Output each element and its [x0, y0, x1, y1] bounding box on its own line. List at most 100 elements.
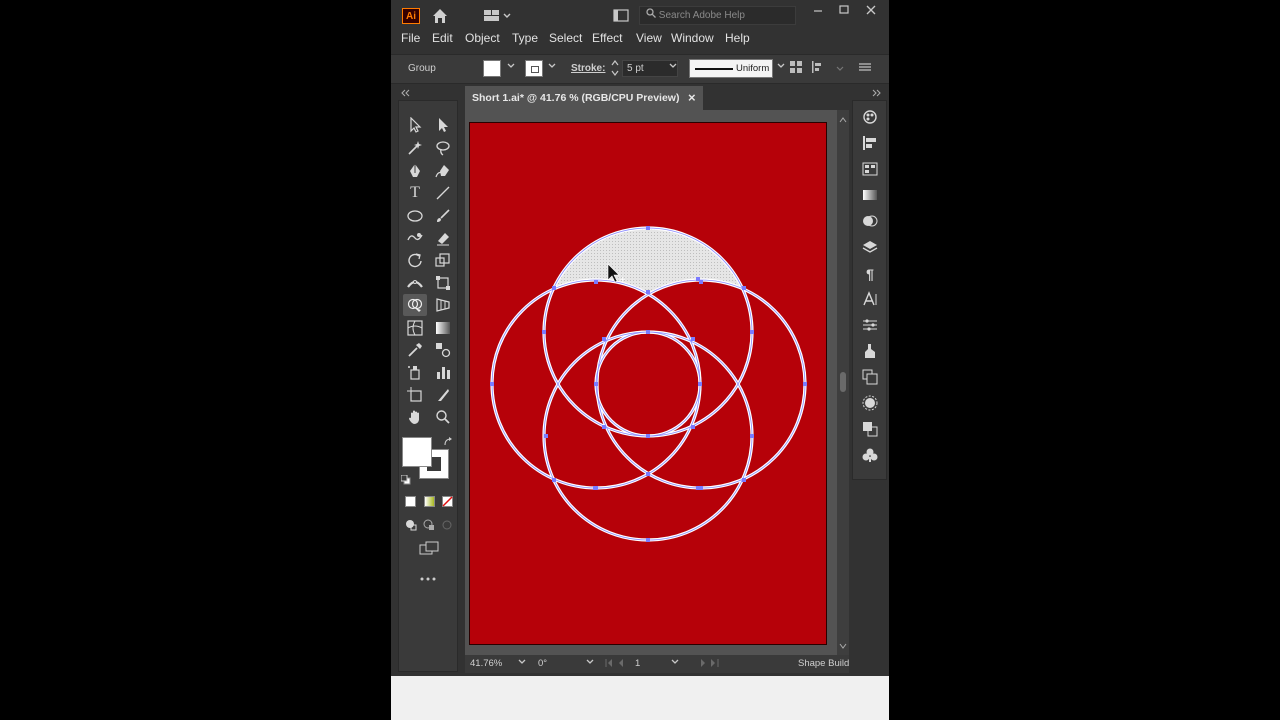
- artboard-number[interactable]: 1: [635, 658, 640, 669]
- artboards-panel-icon[interactable]: [861, 369, 879, 387]
- hand-tool-icon[interactable]: [405, 407, 425, 427]
- search-input[interactable]: Search Adobe Help: [639, 6, 796, 25]
- zoom-dropdown-icon[interactable]: [518, 658, 526, 669]
- ellipse-tool-icon[interactable]: [405, 206, 425, 226]
- color-mode-button[interactable]: [405, 496, 416, 507]
- curvature-tool-icon[interactable]: [433, 161, 453, 181]
- artboard[interactable]: +: [469, 122, 827, 645]
- arrange-documents-icon[interactable]: [613, 9, 629, 22]
- paragraph-panel-icon[interactable]: ¶: [861, 265, 879, 283]
- column-graph-tool-icon[interactable]: [433, 362, 453, 382]
- close-document-icon[interactable]: ×: [688, 86, 696, 110]
- direct-selection-tool-icon[interactable]: [433, 115, 453, 135]
- properties-panel-icon[interactable]: [861, 317, 879, 335]
- menu-effect[interactable]: Effect: [592, 31, 622, 45]
- collapse-tools-icon[interactable]: [400, 86, 410, 100]
- draw-inside-icon[interactable]: [441, 519, 453, 534]
- stroke-weight-dropdown-icon[interactable]: [669, 62, 677, 72]
- first-artboard-icon[interactable]: [605, 658, 633, 671]
- profile-dropdown-icon[interactable]: [777, 62, 785, 72]
- menu-object[interactable]: Object: [465, 31, 500, 45]
- pasteboard[interactable]: +: [465, 110, 837, 655]
- artwork[interactable]: +: [470, 123, 828, 646]
- collapse-panels-icon[interactable]: [872, 86, 882, 100]
- last-artboard-icon[interactable]: [691, 658, 719, 671]
- zoom-level[interactable]: 41.76%: [470, 658, 502, 669]
- minimize-button[interactable]: [809, 4, 827, 20]
- rotation-dropdown-icon[interactable]: [586, 658, 594, 669]
- none-mode-button[interactable]: [442, 496, 453, 507]
- align-more-icon[interactable]: [836, 62, 846, 76]
- color-panel-icon[interactable]: [861, 109, 879, 127]
- eraser-tool-icon[interactable]: [433, 228, 453, 248]
- artboard-tool-icon[interactable]: [405, 385, 425, 405]
- align-left-icon[interactable]: [812, 61, 826, 76]
- selection-tool-icon[interactable]: [405, 115, 425, 135]
- document-tab[interactable]: Short 1.ai* @ 41.76 % (RGB/CPU Preview) …: [465, 86, 703, 110]
- magic-wand-tool-icon[interactable]: [405, 138, 425, 158]
- home-icon[interactable]: [431, 7, 449, 25]
- stroke-stepper-icon[interactable]: [611, 59, 619, 80]
- libraries-panel-icon[interactable]: [861, 343, 879, 361]
- type-tool-icon[interactable]: T: [405, 183, 425, 203]
- illustrator-window: Ai Search Adobe Help File Edit Object Ty…: [391, 0, 889, 720]
- line-tool-icon[interactable]: [433, 183, 453, 203]
- shaper-tool-icon[interactable]: [405, 228, 425, 248]
- pathfinder-panel-icon[interactable]: [861, 421, 879, 439]
- paintbrush-tool-icon[interactable]: [433, 206, 453, 226]
- perspective-grid-tool-icon[interactable]: [433, 295, 453, 315]
- layers-panel-icon[interactable]: [861, 239, 879, 257]
- gradient-panel-icon[interactable]: [861, 187, 879, 205]
- menu-help[interactable]: Help: [725, 31, 750, 45]
- transparency-panel-icon[interactable]: [861, 213, 879, 231]
- menu-window[interactable]: Window: [671, 31, 714, 45]
- close-window-button[interactable]: [862, 4, 880, 20]
- symbol-sprayer-tool-icon[interactable]: [405, 362, 425, 382]
- mesh-tool-icon[interactable]: [405, 318, 425, 338]
- eyedropper-tool-icon[interactable]: [405, 340, 425, 360]
- draw-normal-icon[interactable]: [405, 519, 417, 534]
- swap-fill-stroke-icon[interactable]: [443, 436, 453, 450]
- rotation-value[interactable]: 0°: [538, 658, 547, 669]
- menu-type[interactable]: Type: [512, 31, 538, 45]
- menu-edit[interactable]: Edit: [432, 31, 453, 45]
- slice-tool-icon[interactable]: [433, 385, 453, 405]
- vertical-scrollbar[interactable]: [837, 110, 849, 655]
- blend-tool-icon[interactable]: [433, 340, 453, 360]
- symbols-panel-icon[interactable]: [861, 447, 879, 465]
- more-tools-icon[interactable]: [418, 571, 438, 585]
- character-panel-icon[interactable]: [861, 291, 879, 309]
- app-logo: Ai: [402, 8, 420, 24]
- artboard-dropdown-icon[interactable]: [671, 658, 679, 669]
- maximize-button[interactable]: [835, 4, 853, 20]
- align-panel-icon[interactable]: [861, 135, 879, 153]
- workspace-switcher-icon[interactable]: [484, 9, 512, 23]
- variable-width-profile[interactable]: Uniform: [689, 59, 773, 78]
- appearance-panel-icon[interactable]: [861, 395, 879, 413]
- free-transform-tool-icon[interactable]: [433, 273, 453, 293]
- menu-select[interactable]: Select: [549, 31, 582, 45]
- lasso-tool-icon[interactable]: [433, 138, 453, 158]
- screen-mode-icon[interactable]: [419, 541, 439, 558]
- fill-swatch[interactable]: [483, 60, 501, 77]
- menu-file[interactable]: File: [401, 31, 420, 45]
- panel-menu-icon[interactable]: [859, 61, 871, 76]
- stroke-swatch[interactable]: [525, 60, 543, 77]
- gradient-tool-icon[interactable]: [433, 318, 453, 338]
- swatches-panel-icon[interactable]: [861, 161, 879, 179]
- stroke-dropdown-icon[interactable]: [548, 62, 556, 72]
- draw-behind-icon[interactable]: [423, 519, 435, 534]
- width-tool-icon[interactable]: [405, 273, 425, 293]
- fill-dropdown-icon[interactable]: [507, 62, 515, 72]
- scale-tool-icon[interactable]: [433, 250, 453, 270]
- menu-view[interactable]: View: [636, 31, 662, 45]
- fill-color-indicator[interactable]: [402, 437, 432, 467]
- rotate-tool-icon[interactable]: [405, 250, 425, 270]
- align-grid-icon[interactable]: [790, 61, 802, 76]
- gradient-mode-button[interactable]: [424, 496, 435, 507]
- zoom-tool-icon[interactable]: [433, 407, 453, 427]
- shape-builder-tool-icon[interactable]: [403, 294, 427, 316]
- pen-tool-icon[interactable]: [405, 161, 425, 181]
- default-fill-stroke-icon[interactable]: [400, 474, 411, 488]
- stroke-label[interactable]: Stroke:: [571, 63, 605, 74]
